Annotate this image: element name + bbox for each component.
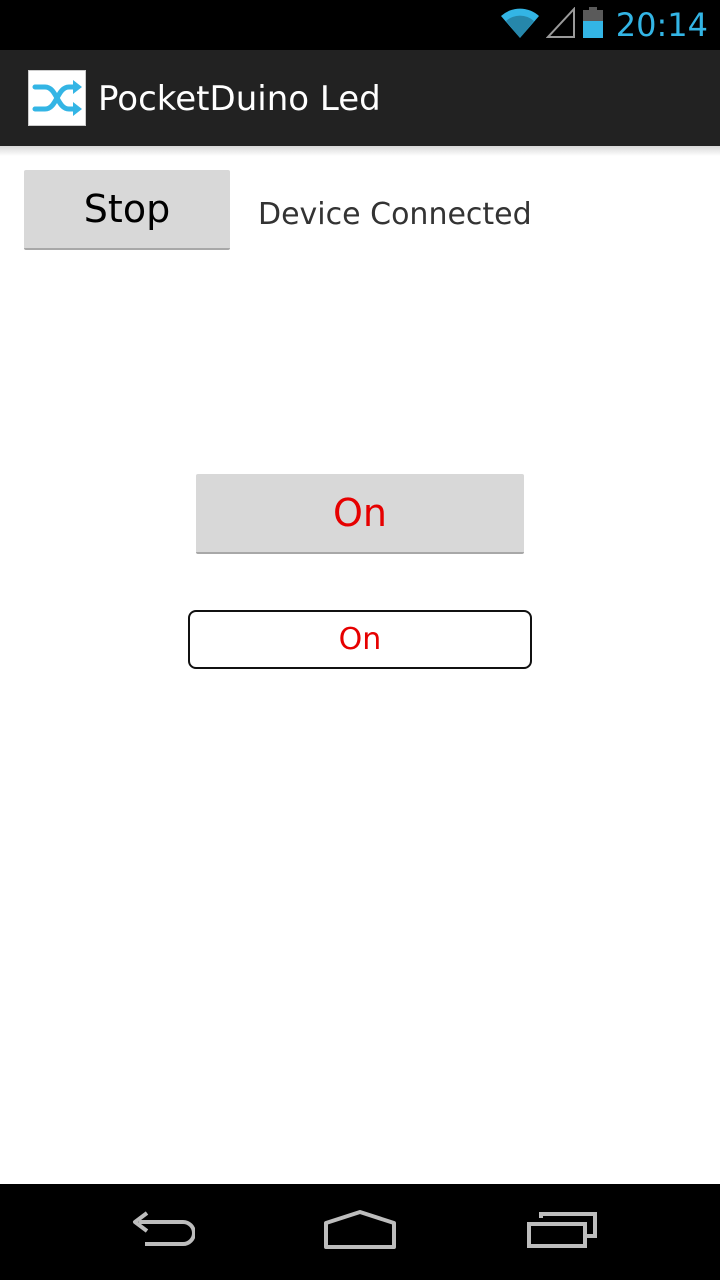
status-icons: 20:14 bbox=[500, 0, 708, 50]
stop-button[interactable]: Stop bbox=[24, 170, 230, 250]
back-button[interactable] bbox=[100, 1184, 220, 1280]
shuffle-icon bbox=[29, 80, 85, 129]
status-time: 20:14 bbox=[615, 6, 708, 44]
action-bar: PocketDuino Led bbox=[0, 50, 720, 146]
led-on-button[interactable]: On bbox=[196, 474, 524, 554]
status-bar: 20:14 bbox=[0, 0, 720, 50]
app-icon[interactable] bbox=[28, 70, 86, 126]
signal-icon bbox=[545, 5, 576, 44]
app-title: PocketDuino Led bbox=[98, 79, 381, 119]
led-on-toggle[interactable]: On bbox=[188, 610, 532, 669]
back-icon bbox=[125, 1210, 196, 1255]
home-icon bbox=[322, 1209, 398, 1256]
home-button[interactable] bbox=[300, 1184, 420, 1280]
recent-apps-button[interactable] bbox=[502, 1184, 622, 1280]
nav-bar bbox=[0, 1184, 720, 1280]
connection-status: Device Connected bbox=[258, 197, 532, 232]
recent-apps-icon bbox=[525, 1210, 599, 1255]
action-bar-shadow bbox=[0, 146, 720, 156]
wifi-icon bbox=[500, 6, 540, 45]
battery-icon bbox=[582, 6, 604, 44]
